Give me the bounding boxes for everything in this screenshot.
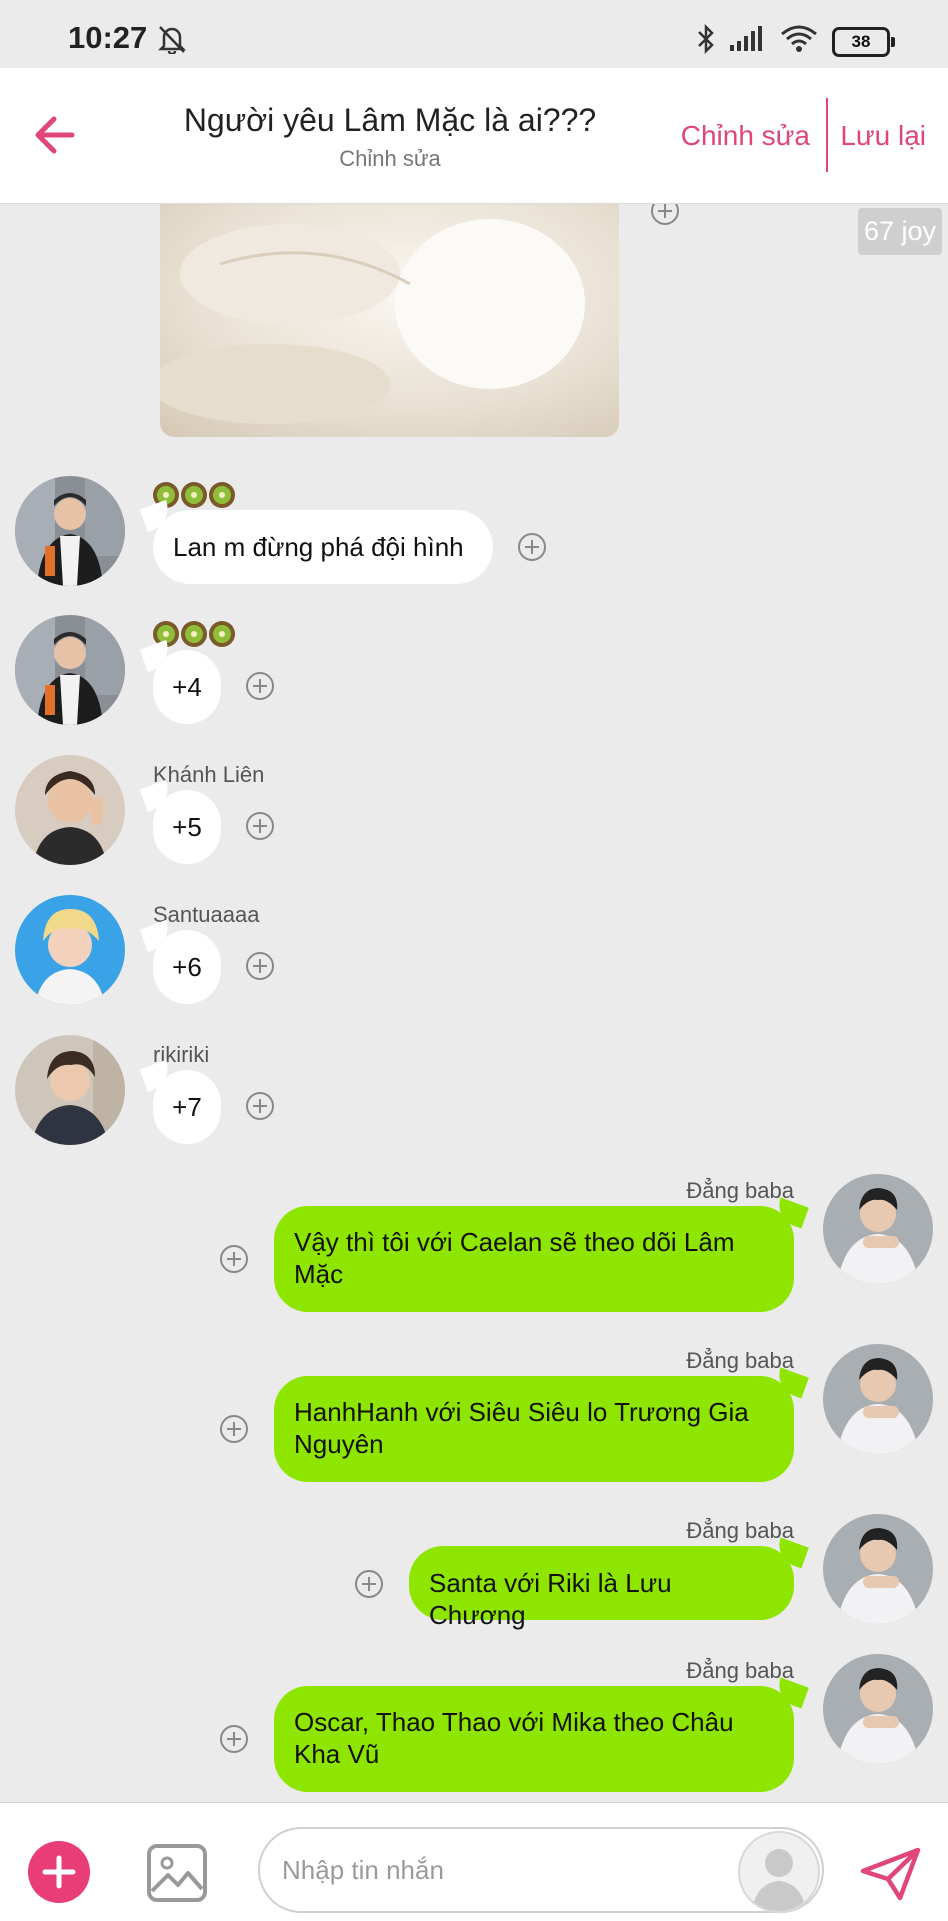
wifi-icon	[780, 24, 818, 59]
react-plus-icon[interactable]	[517, 532, 547, 562]
react-plus-icon[interactable]	[245, 811, 275, 841]
message-bubble[interactable]: +5	[153, 790, 221, 864]
shared-photo[interactable]	[160, 204, 619, 437]
joy-count-badge: 67 joy	[857, 208, 942, 255]
edit-button[interactable]: Chỉnh sửa	[681, 120, 810, 152]
react-plus-icon[interactable]	[245, 1091, 275, 1121]
react-plus-icon[interactable]	[650, 204, 680, 226]
sender-name: Đẳng baba	[686, 1518, 794, 1543]
add-button[interactable]	[28, 1841, 90, 1903]
avatar[interactable]	[15, 755, 125, 865]
back-arrow-icon[interactable]	[28, 108, 82, 162]
react-plus-icon[interactable]	[219, 1414, 249, 1444]
page-subtitle: Chỉnh sửa	[339, 146, 441, 171]
sticker-avatar-icon[interactable]	[738, 1831, 820, 1913]
avatar[interactable]	[15, 615, 125, 725]
battery-indicator: 38	[832, 26, 895, 57]
status-time: 10:27	[68, 20, 148, 55]
sender-name: Khánh Liên	[153, 762, 265, 787]
signal-icon	[730, 25, 766, 58]
message-bubble[interactable]: Vậy thì tôi với Caelan sẽ theo dõi Lâm M…	[274, 1206, 794, 1312]
send-icon[interactable]	[860, 1847, 922, 1906]
message-input[interactable]: Nhập tin nhắn	[258, 1827, 824, 1913]
sender-name: Đẳng baba	[686, 1178, 794, 1203]
avatar[interactable]	[15, 1035, 125, 1145]
avatar[interactable]	[15, 476, 125, 586]
react-plus-icon[interactable]	[219, 1724, 249, 1754]
page-title: Người yêu Lâm Mặc là ai???	[183, 102, 597, 138]
bluetooth-icon	[696, 23, 716, 59]
mute-notification-icon	[155, 24, 189, 59]
react-plus-icon[interactable]	[245, 671, 275, 701]
save-button[interactable]: Lưu lại	[840, 120, 926, 152]
sender-name: Đẳng baba	[686, 1658, 794, 1683]
message-input-placeholder: Nhập tin nhắn	[282, 1855, 444, 1885]
avatar[interactable]	[823, 1174, 933, 1284]
message-bubble[interactable]: Oscar, Thao Thao với Mika theo Châu Kha …	[274, 1686, 794, 1792]
message-bubble[interactable]: Lan m đừng phá đội hình	[153, 510, 493, 584]
header-divider	[826, 98, 828, 172]
chat-header: Người yêu Lâm Mặc là ai??? Chỉnh sửa Chỉ…	[0, 68, 948, 204]
sender-name: Santuaaaa	[153, 902, 260, 927]
avatar[interactable]	[823, 1514, 933, 1624]
status-bar: 10:27 38	[0, 0, 948, 68]
message-bubble[interactable]: HanhHanh với Siêu Siêu lo Trương Gia Ngu…	[274, 1376, 794, 1482]
avatar[interactable]	[823, 1344, 933, 1454]
message-bubble[interactable]: +4	[153, 650, 221, 724]
message-bubble[interactable]: +7	[153, 1070, 221, 1144]
react-plus-icon[interactable]	[354, 1569, 384, 1599]
react-plus-icon[interactable]	[219, 1244, 249, 1274]
message-composer: Nhập tin nhắn	[0, 1802, 948, 1921]
avatar[interactable]	[15, 895, 125, 1005]
image-picker-icon[interactable]	[146, 1843, 208, 1908]
status-icons: 38	[696, 23, 895, 59]
avatar[interactable]	[823, 1654, 933, 1764]
chat-messages[interactable]: 67 joy Lan m đừng phá đội hình +4 Khánh …	[0, 204, 948, 1802]
message-bubble[interactable]: +6	[153, 930, 221, 1004]
react-plus-icon[interactable]	[245, 951, 275, 981]
message-bubble[interactable]: Santa với Riki là Lưu Chương	[409, 1546, 794, 1630]
sender-name: Đẳng baba	[686, 1348, 794, 1373]
